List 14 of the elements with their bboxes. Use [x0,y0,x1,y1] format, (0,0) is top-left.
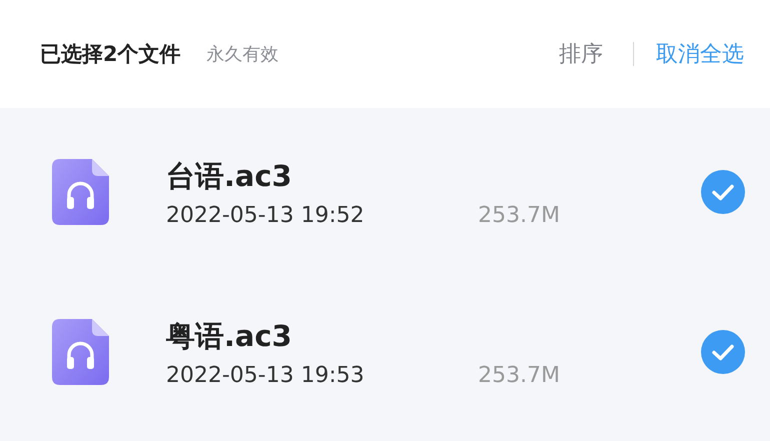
validity-label: 永久有效 [206,43,279,66]
file-name: 台语.ac3 [166,158,293,194]
checkbox[interactable] [700,329,746,375]
file-name: 粤语.ac3 [166,318,293,354]
deselect-all-button[interactable]: 取消全选 [656,39,744,69]
audio-file-icon [52,319,109,385]
selection-title: 已选择2个文件 [40,41,181,68]
sort-button[interactable]: 排序 [559,39,603,69]
file-size: 253.7M [478,202,560,228]
file-date: 2022-05-13 19:52 [166,202,366,228]
checkbox[interactable] [700,169,746,215]
file-date: 2022-05-13 19:53 [166,362,366,388]
file-size: 253.7M [478,362,560,388]
audio-file-icon [52,159,109,225]
